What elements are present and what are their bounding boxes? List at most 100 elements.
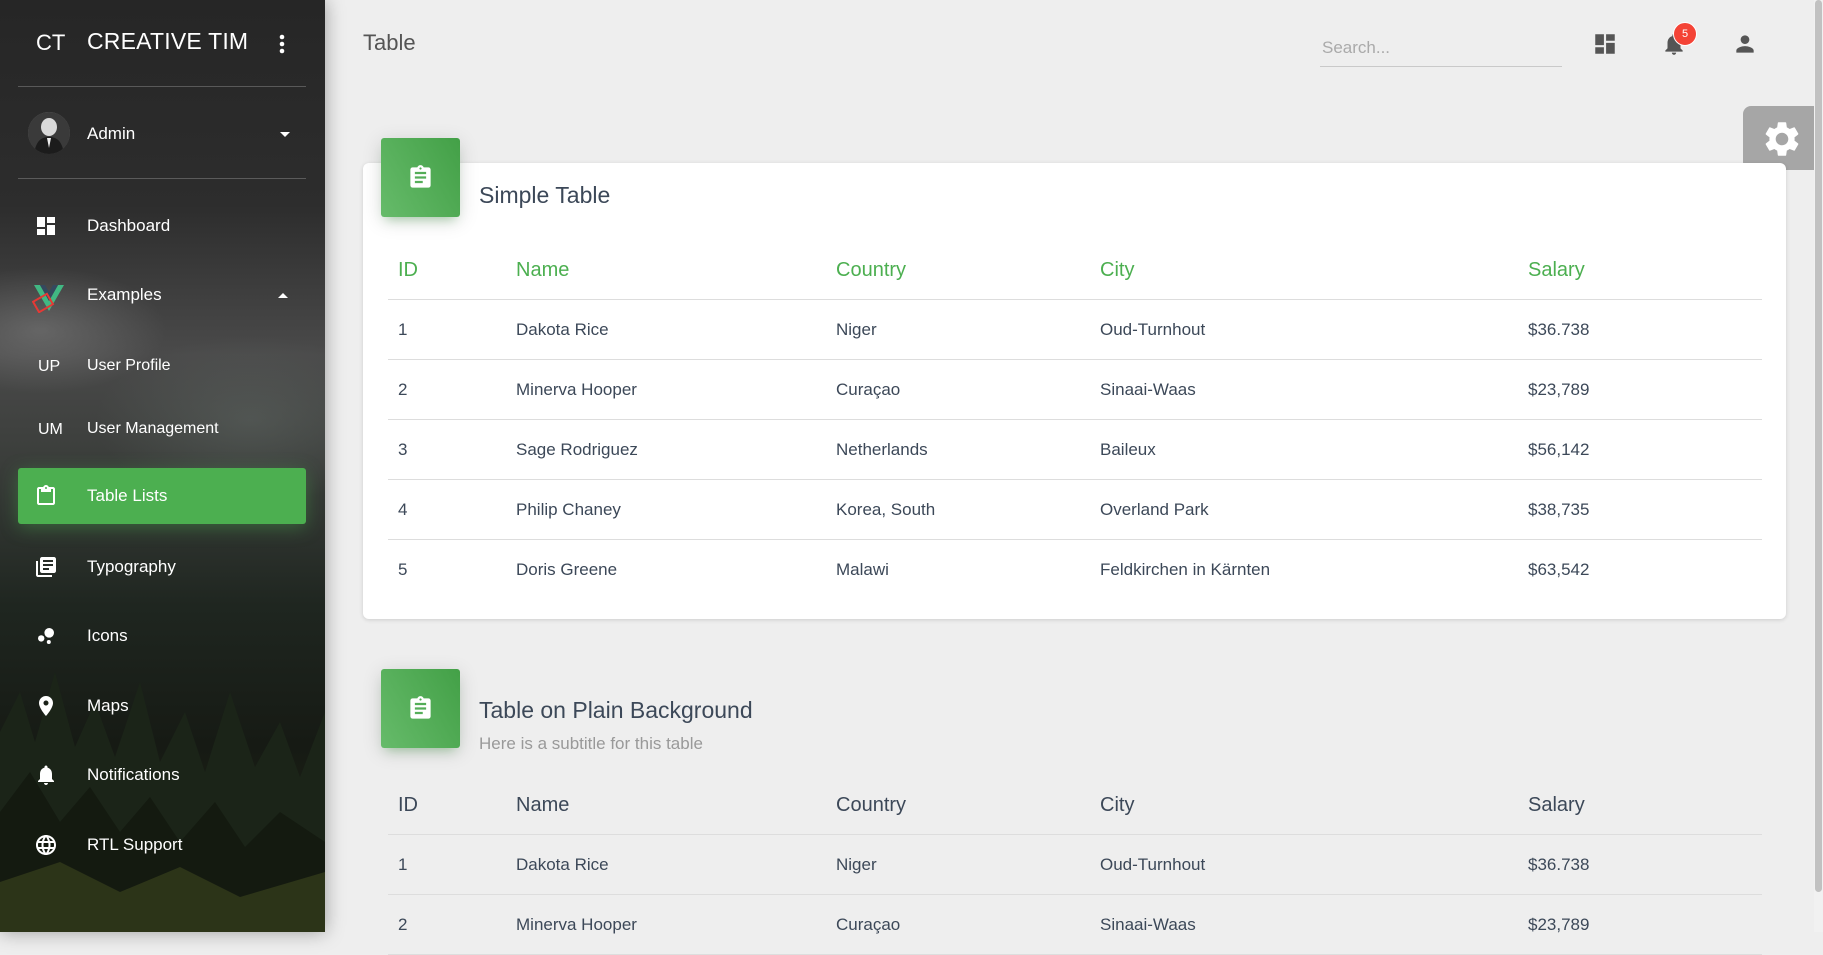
bubble-chart-icon <box>34 624 58 648</box>
sidebar-item-label: Maps <box>87 696 129 715</box>
cell-name: Sage Rodriguez <box>506 419 826 480</box>
library-books-icon <box>34 555 58 579</box>
card-title: Simple Table <box>479 182 611 208</box>
gear-icon <box>1765 122 1799 156</box>
column-header-id[interactable]: ID <box>388 776 506 835</box>
sidebar-item-label: Examples <box>87 285 162 304</box>
table-row[interactable]: 1 Dakota Rice Niger Oud-Turnhout $36.738 <box>388 834 1762 895</box>
sidebar-item-label: Icons <box>87 626 128 645</box>
sidebar-item-dashboard[interactable]: Dashboard <box>18 198 306 254</box>
sidebar-item-typography[interactable]: Typography <box>18 539 306 595</box>
cell-country: Curaçao <box>826 894 1090 955</box>
cell-country: Netherlands <box>826 419 1090 480</box>
table-row[interactable]: 1 Dakota Rice Niger Oud-Turnhout $36.738 <box>388 299 1762 360</box>
card-subtitle: Here is a subtitle for this table <box>479 734 703 753</box>
sidebar-divider <box>18 178 306 179</box>
column-header-country[interactable]: Country <box>826 241 1090 300</box>
assignment-icon <box>410 165 431 188</box>
sidebar-item-maps[interactable]: Maps <box>18 678 306 734</box>
card-icon-box <box>381 669 460 748</box>
logo-text[interactable]: CREATIVE TIM <box>87 28 248 55</box>
sidebar-item-user-profile[interactable]: UP User Profile <box>18 339 306 395</box>
sidebar-item-rtl-support[interactable]: RTL Support <box>18 817 306 873</box>
cell-city: Overland Park <box>1090 479 1518 540</box>
column-header-name[interactable]: Name <box>506 776 826 835</box>
sidebar-item-table-lists[interactable]: Table Lists <box>18 468 306 524</box>
search-field <box>1320 30 1566 67</box>
column-header-name[interactable]: Name <box>506 241 826 300</box>
sidebar-item-mini: UM <box>38 421 63 438</box>
clipboard-icon <box>34 484 58 508</box>
cell-id: 4 <box>388 479 506 540</box>
sidebar-divider <box>18 86 306 87</box>
card-icon-box <box>381 138 460 217</box>
sidebar-item-icons[interactable]: Icons <box>18 608 306 664</box>
person-icon[interactable] <box>1732 31 1758 57</box>
sidebar-logo: CT CREATIVE TIM <box>0 0 325 86</box>
cell-id: 1 <box>388 834 506 895</box>
vue-logo-icon <box>31 279 66 314</box>
card-title: Table on Plain Background <box>479 697 753 723</box>
avatar <box>28 112 70 154</box>
sidebar-item-label: Notifications <box>87 765 180 784</box>
simple-table-card: Simple Table ID Name Country City Salary… <box>363 138 1786 619</box>
column-header-salary[interactable]: Salary <box>1518 776 1762 835</box>
cell-country: Korea, South <box>826 479 1090 540</box>
table-row[interactable]: 4 Philip Chaney Korea, South Overland Pa… <box>388 479 1762 540</box>
column-header-salary[interactable]: Salary <box>1518 241 1762 300</box>
cell-city: Sinaai-Waas <box>1090 894 1518 955</box>
sidebar-item-user-management[interactable]: UM User Management <box>18 402 306 458</box>
caret-up-icon <box>278 293 288 298</box>
cell-city: Sinaai-Waas <box>1090 359 1518 420</box>
sidebar: CT CREATIVE TIM Admin Dashboard Examples… <box>0 0 325 932</box>
more-vert-icon[interactable] <box>272 32 292 56</box>
column-header-id[interactable]: ID <box>388 241 506 300</box>
settings-plugin-button[interactable] <box>1743 106 1823 170</box>
place-icon <box>34 694 58 718</box>
cell-city: Oud-Turnhout <box>1090 299 1518 360</box>
assignment-icon <box>410 696 431 719</box>
page-title[interactable]: Table <box>363 30 416 56</box>
cell-salary: $23,789 <box>1518 894 1762 955</box>
scrollbar[interactable] <box>1814 0 1823 932</box>
sidebar-item-notifications[interactable]: Notifications <box>18 747 306 803</box>
table-row[interactable]: 5 Doris Greene Malawi Feldkirchen in Kär… <box>388 540 1762 600</box>
sidebar-item-label: RTL Support <box>87 835 183 854</box>
column-header-country[interactable]: Country <box>826 776 1090 835</box>
cell-name: Minerva Hooper <box>506 359 826 420</box>
cell-name: Doris Greene <box>516 559 618 579</box>
plain-table-card: Table on Plain Background Here is a subt… <box>363 669 1786 955</box>
cell-name: Dakota Rice <box>506 834 826 895</box>
dashboard-icon <box>34 214 58 238</box>
cell-salary: $36.738 <box>1518 834 1762 895</box>
column-header-city[interactable]: City <box>1090 776 1518 835</box>
sidebar-item-label: User Management <box>87 420 219 437</box>
cell-salary: $36.738 <box>1518 299 1762 360</box>
sidebar-item-label: User Profile <box>87 357 171 374</box>
bell-icon <box>34 763 58 787</box>
cell-city: Baileux <box>1090 419 1518 480</box>
cell-country: Malawi <box>836 559 889 579</box>
cell-id: 2 <box>388 359 506 420</box>
sidebar-item-label: Typography <box>87 557 176 576</box>
dashboard-icon[interactable] <box>1592 31 1618 57</box>
scrollbar-thumb[interactable] <box>1815 0 1822 892</box>
cell-id: 5 <box>398 559 408 579</box>
logo-mini[interactable]: CT <box>36 30 65 56</box>
cell-id: 3 <box>388 419 506 480</box>
cell-salary: $38,735 <box>1518 479 1762 540</box>
user-menu[interactable]: Admin <box>18 104 308 164</box>
search-input[interactable] <box>1320 30 1566 66</box>
cell-name: Dakota Rice <box>506 299 826 360</box>
table-row[interactable]: 2 Minerva Hooper Curaçao Sinaai-Waas $23… <box>388 894 1762 955</box>
plain-table: ID Name Country City Salary 1 Dakota Ric… <box>388 776 1762 955</box>
language-icon <box>34 833 58 857</box>
sidebar-item-examples[interactable]: Examples <box>18 267 306 323</box>
table-row[interactable]: 2 Minerva Hooper Curaçao Sinaai-Waas $23… <box>388 359 1762 420</box>
cell-country: Curaçao <box>826 359 1090 420</box>
sidebar-item-label: Table Lists <box>87 486 168 505</box>
table-row[interactable]: 3 Sage Rodriguez Netherlands Baileux $56… <box>388 419 1762 480</box>
column-header-city[interactable]: City <box>1090 241 1518 300</box>
table-header-row: ID Name Country City Salary <box>388 241 1762 300</box>
notification-badge: 5 <box>1673 22 1697 46</box>
